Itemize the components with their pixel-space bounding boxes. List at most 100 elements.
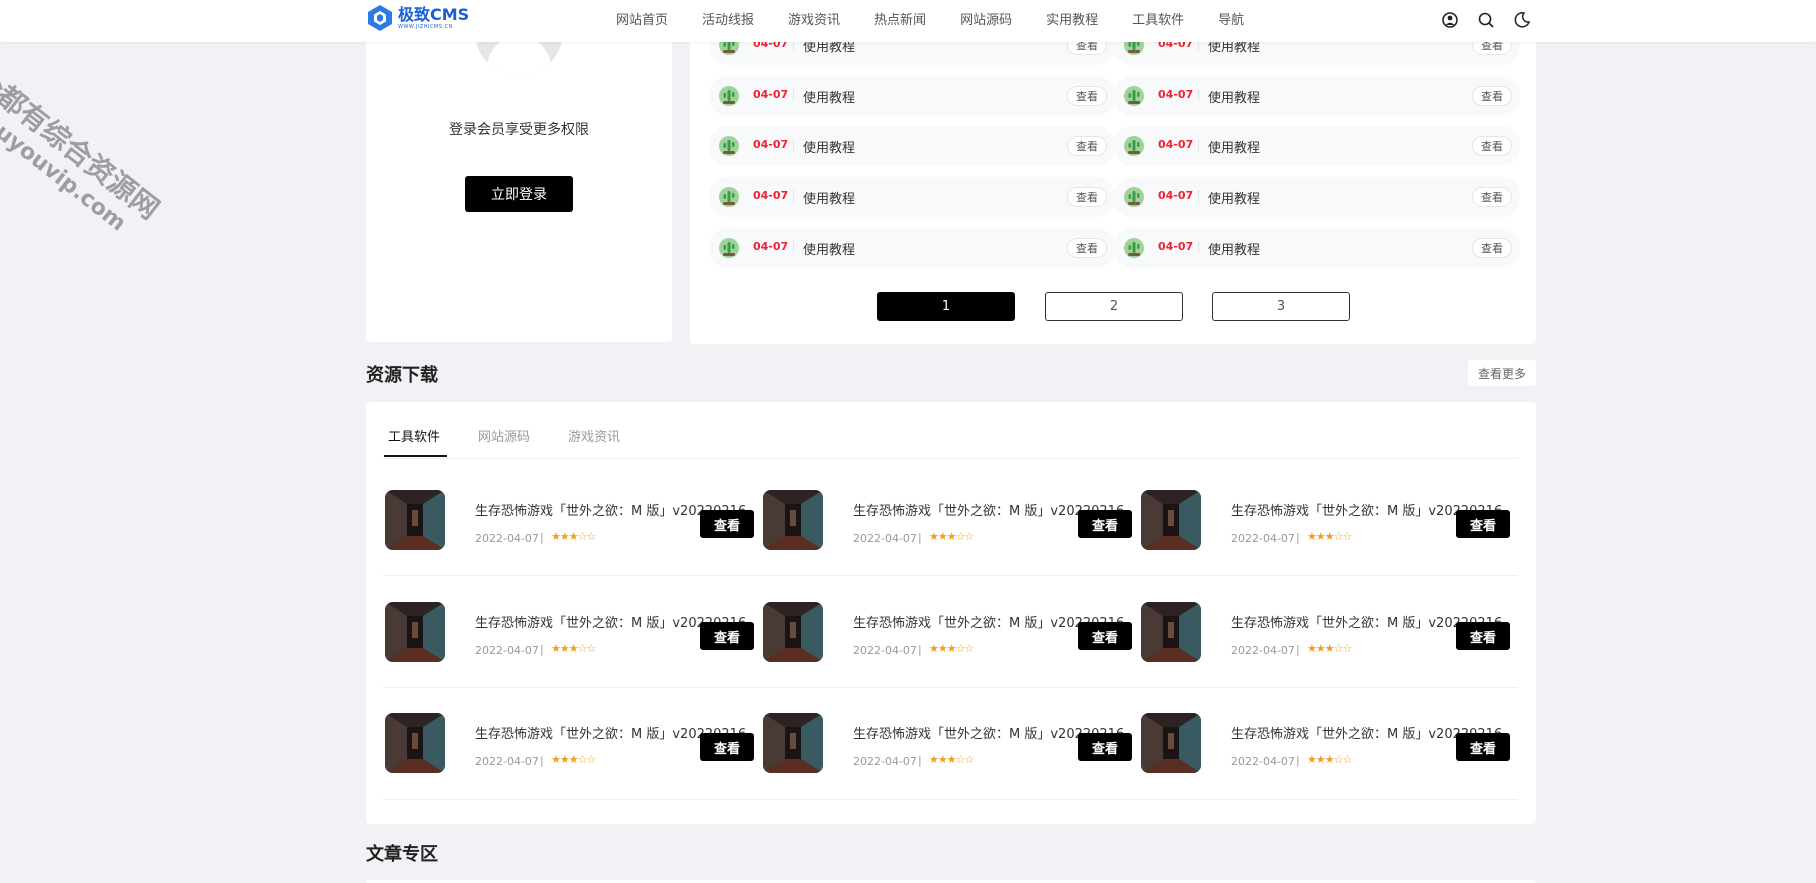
active-tab-indicator: [384, 455, 447, 457]
tutorial-row[interactable]: 04-07 使用教程 查看: [709, 126, 1115, 166]
cactus-avatar-icon: [719, 187, 739, 207]
nav-item-navigation[interactable]: 导航: [1218, 9, 1244, 28]
view-button[interactable]: 查看: [1078, 510, 1132, 538]
cactus-avatar-icon: [719, 86, 739, 106]
download-item[interactable]: 生存恐怖游戏「世外之欲：M 版」v20220216 2022-04-07 | ★★★☆…: [763, 602, 1141, 714]
view-button[interactable]: 查看: [1456, 733, 1510, 761]
download-item[interactable]: 生存恐怖游戏「世外之欲：M 版」v20220216 2022-04-07 | ★★★☆…: [1141, 602, 1519, 714]
main-nav: 网站首页 活动线报 游戏资讯 热点新闻 网站源码 实用教程 工具软件 导航: [616, 0, 1278, 36]
game-thumbnail[interactable]: [763, 713, 823, 773]
view-button[interactable]: 查看: [1456, 510, 1510, 538]
star-rating: ★★★☆☆: [551, 530, 596, 543]
divider: |: [1296, 754, 1300, 767]
tutorial-row[interactable]: 04-07 使用教程 查看: [709, 76, 1115, 116]
view-button[interactable]: 查看: [1078, 733, 1132, 761]
nav-item-home[interactable]: 网站首页: [616, 9, 668, 28]
tutorial-title[interactable]: 使用教程: [803, 137, 855, 156]
star-rating: ★★★☆☆: [929, 530, 974, 543]
view-button[interactable]: 查看: [700, 622, 754, 650]
item-date: 2022-04-07: [853, 755, 917, 768]
nav-item-hot-news[interactable]: 热点新闻: [874, 9, 926, 28]
tutorial-row[interactable]: 04-07 使用教程 查看: [709, 228, 1115, 268]
tutorial-row[interactable]: 04-07 使用教程 查看: [1114, 126, 1520, 166]
row-divider: [383, 575, 1518, 576]
view-button[interactable]: 查看: [1067, 86, 1107, 106]
game-thumbnail[interactable]: [385, 490, 445, 550]
view-button[interactable]: 查看: [700, 733, 754, 761]
tab-tools[interactable]: 工具软件: [388, 426, 440, 445]
download-item[interactable]: 生存恐怖游戏「世外之欲：M 版」v20220216 2022-04-07 | ★★★☆…: [763, 490, 1141, 602]
download-item[interactable]: 生存恐怖游戏「世外之欲：M 版」v20220216 2022-04-07 | ★★★☆…: [1141, 490, 1519, 602]
tutorial-title[interactable]: 使用教程: [1208, 239, 1260, 258]
tab-divider: [383, 458, 1518, 459]
divider: [1198, 241, 1199, 253]
tab-game-news[interactable]: 游戏资讯: [568, 426, 620, 445]
tutorial-title[interactable]: 使用教程: [1208, 87, 1260, 106]
game-thumbnail[interactable]: [385, 602, 445, 662]
tab-source-code[interactable]: 网站源码: [478, 426, 530, 445]
nav-item-source-code[interactable]: 网站源码: [960, 9, 1012, 28]
view-button[interactable]: 查看: [1472, 187, 1512, 207]
view-button[interactable]: 查看: [1078, 622, 1132, 650]
view-button[interactable]: 查看: [1067, 187, 1107, 207]
view-button[interactable]: 查看: [1067, 136, 1107, 156]
tutorial-title[interactable]: 使用教程: [1208, 188, 1260, 207]
download-item[interactable]: 生存恐怖游戏「世外之欲：M 版」v20220216 2022-04-07 | ★★★☆…: [1141, 713, 1519, 825]
page-button-3[interactable]: 3: [1212, 292, 1350, 321]
download-item[interactable]: 生存恐怖游戏「世外之欲：M 版」v20220216 2022-04-07 | ★★★☆…: [385, 602, 763, 714]
divider: |: [918, 754, 922, 767]
login-button[interactable]: 立即登录: [465, 176, 573, 212]
download-item[interactable]: 生存恐怖游戏「世外之欲：M 版」v20220216 2022-04-07 | ★★★☆…: [763, 713, 1141, 825]
game-thumbnail[interactable]: [1141, 713, 1201, 773]
game-thumbnail[interactable]: [1141, 490, 1201, 550]
user-icon[interactable]: [1441, 11, 1459, 29]
download-item[interactable]: 生存恐怖游戏「世外之欲：M 版」v20220216 2022-04-07 | ★★★☆…: [385, 713, 763, 825]
game-thumbnail[interactable]: [763, 602, 823, 662]
nav-item-tools[interactable]: 工具软件: [1132, 9, 1184, 28]
view-button[interactable]: 查看: [1456, 622, 1510, 650]
star-rating: ★★★☆☆: [1307, 642, 1352, 655]
view-button[interactable]: 查看: [1067, 238, 1107, 258]
row-divider: [383, 687, 1518, 688]
nav-item-game-news[interactable]: 游戏资讯: [788, 9, 840, 28]
tutorial-title[interactable]: 使用教程: [803, 188, 855, 207]
item-date: 2022-04-07: [853, 532, 917, 545]
view-button[interactable]: 查看: [1472, 86, 1512, 106]
tutorial-row[interactable]: 04-07 使用教程 查看: [1114, 76, 1520, 116]
tutorial-row[interactable]: 04-07 使用教程 查看: [709, 177, 1115, 217]
view-button[interactable]: 查看: [1472, 238, 1512, 258]
star-rating: ★★★☆☆: [1307, 753, 1352, 766]
divider: [793, 139, 794, 151]
site-logo[interactable]: 极致CMS WWW.JIZHICMS.CN: [366, 3, 469, 33]
item-date: 2022-04-07: [853, 644, 917, 657]
divider: [1198, 139, 1199, 151]
game-thumbnail[interactable]: [385, 713, 445, 773]
tutorial-title[interactable]: 使用教程: [1208, 137, 1260, 156]
tutorial-row[interactable]: 04-07 使用教程 查看: [1114, 177, 1520, 217]
tutorial-row[interactable]: 04-07 使用教程 查看: [1114, 228, 1520, 268]
view-more-button[interactable]: 查看更多: [1468, 360, 1536, 386]
nav-item-activities[interactable]: 活动线报: [702, 9, 754, 28]
nav-item-tutorials[interactable]: 实用教程: [1046, 9, 1098, 28]
divider: |: [540, 643, 544, 656]
logo-text: 极致CMS: [398, 4, 470, 24]
top-header: 极致CMS WWW.JIZHICMS.CN 网站首页 活动线报 游戏资讯 热点新…: [0, 0, 1816, 42]
view-button[interactable]: 查看: [700, 510, 754, 538]
search-icon[interactable]: [1477, 11, 1495, 29]
dark-mode-moon-icon[interactable]: [1513, 11, 1531, 29]
item-date: 2022-04-07: [475, 755, 539, 768]
view-button[interactable]: 查看: [1472, 136, 1512, 156]
divider: [793, 241, 794, 253]
page-button-1[interactable]: 1: [877, 292, 1015, 321]
download-item[interactable]: 生存恐怖游戏「世外之欲：M 版」v20220216 2022-04-07 | ★★★☆…: [385, 490, 763, 602]
divider: |: [1296, 643, 1300, 656]
tutorial-title[interactable]: 使用教程: [803, 87, 855, 106]
star-rating: ★★★☆☆: [551, 642, 596, 655]
divider: |: [918, 531, 922, 544]
game-thumbnail[interactable]: [1141, 602, 1201, 662]
star-rating: ★★★☆☆: [929, 642, 974, 655]
game-thumbnail[interactable]: [763, 490, 823, 550]
tutorial-date: 04-07: [753, 240, 789, 253]
tutorial-title[interactable]: 使用教程: [803, 239, 855, 258]
page-button-2[interactable]: 2: [1045, 292, 1183, 321]
